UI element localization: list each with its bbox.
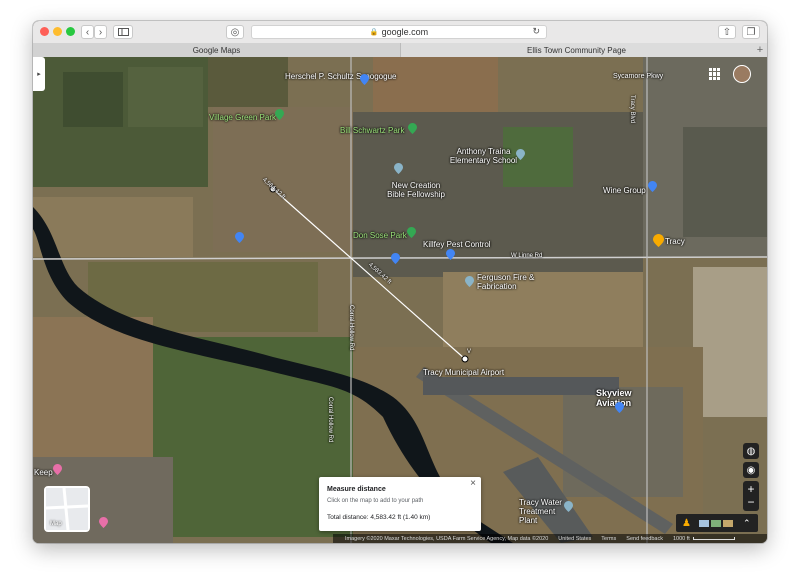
map-label-tracy-airport[interactable]: Tracy Municipal Airport (423, 368, 504, 377)
share-button[interactable]: ⇧ (718, 25, 736, 39)
place-pin-icon[interactable] (465, 276, 474, 287)
map-label-sycamore[interactable]: Sycamore Pkwy (613, 73, 663, 80)
forward-button[interactable]: › (94, 25, 107, 39)
tab-google-maps[interactable]: Google Maps (33, 43, 401, 57)
measure-title: Measure distance (327, 486, 386, 493)
collapse-side-panel-button[interactable]: ▸ (33, 57, 45, 91)
measure-hint: Click on the map to add to your path (327, 498, 424, 504)
new-tab-button[interactable]: + (753, 43, 767, 57)
scale-label: 1000 ft (672, 535, 690, 542)
road-label-corral-hollow: Corral Hollow Rd (348, 305, 354, 351)
avatar[interactable] (733, 65, 751, 83)
map-label-wine-group[interactable]: Wine Group (603, 186, 646, 195)
close-measure-button[interactable]: × (470, 478, 476, 489)
zoom-controls: + − (743, 481, 759, 511)
place-pin-icon[interactable] (235, 232, 244, 243)
sidebar-icon (117, 28, 129, 36)
tab-label: Ellis Town Community Page (526, 45, 626, 55)
shopping-pin-icon[interactable] (446, 249, 455, 260)
map-label-ferguson[interactable]: Ferguson Fire & Fabrication (477, 273, 539, 291)
tab-bar: Google Maps Ellis Town Community Page + (33, 43, 767, 58)
chevron-right-icon: › (98, 26, 103, 38)
scale-bar (692, 537, 735, 540)
shopping-pin-icon[interactable] (391, 253, 400, 264)
place-pin-icon[interactable] (648, 181, 657, 192)
zoom-window-button[interactable] (66, 27, 75, 36)
map-label-bill-schwartz[interactable]: Bill Schwartz Park (340, 126, 404, 135)
my-location-button[interactable]: ◉ (743, 462, 759, 478)
privacy-report-button[interactable]: ◎ (226, 25, 244, 39)
road-label-tracy-blvd: Tracy Blvd (629, 95, 635, 124)
country-link[interactable]: United States (558, 536, 591, 542)
address-bar[interactable]: 🔒 google.com ↻ (251, 25, 547, 39)
expand-icon[interactable]: ⌃ (743, 518, 751, 529)
tabs-overview-button[interactable]: ❐ (742, 25, 760, 39)
measure-total: Total distance: 4,583.42 ft (1.40 km) (327, 514, 431, 521)
globe-view-button[interactable]: ◍ (743, 443, 759, 459)
browser-toolbar: ‹ › ◎ 🔒 google.com ↻ ⇧ ❐ (33, 21, 767, 44)
airport-pin-icon[interactable] (615, 402, 624, 413)
zoom-out-button[interactable]: − (747, 496, 754, 509)
map-footer: Imagery ©2020 Maxar Technologies, USDA F… (333, 534, 767, 543)
url-text: google.com (381, 27, 429, 37)
measure-distance-card: Measure distance × Click on the map to a… (319, 477, 481, 531)
layer-thumb-icon[interactable] (722, 519, 733, 527)
park-pin-icon[interactable] (407, 227, 416, 238)
map-toolbar: ♟ ⌃ (676, 514, 758, 532)
map-label-village-green[interactable]: Village Green Park (209, 113, 276, 122)
map-label-don-sose[interactable]: Don Sose Park (353, 231, 407, 240)
map-label-tracy[interactable]: Tracy (665, 237, 685, 246)
sidebar-button[interactable] (113, 25, 133, 39)
map-label-new-creation[interactable]: New Creation Bible Fellowship (385, 181, 447, 199)
lock-icon: 🔒 (369, 29, 379, 36)
pegman-icon[interactable]: ♟ (682, 518, 691, 529)
map-view[interactable]: ▸ Herschel P. Schultz Synogogue Sycamore… (33, 57, 767, 543)
share-icon: ⇧ (722, 26, 732, 38)
park-pin-icon[interactable] (275, 109, 284, 120)
road-label-corral-hollow-2: Corral Hollow Rd (327, 397, 333, 443)
school-pin-icon[interactable] (516, 149, 525, 160)
close-icon: × (470, 478, 476, 489)
map-label-synagogue[interactable]: Herschel P. Schultz Synogogue (285, 72, 396, 81)
terms-link[interactable]: Terms (601, 536, 616, 542)
feedback-link[interactable]: Send feedback (626, 536, 663, 542)
church-pin-icon[interactable] (394, 163, 403, 174)
imagery-attribution: Imagery ©2020 Maxar Technologies, USDA F… (345, 535, 549, 542)
privacy-icon: ◎ (230, 26, 240, 38)
map-thumb-label: Map (50, 521, 62, 527)
measure-endpoint-label: V (467, 349, 472, 355)
globe-icon: ◍ (746, 445, 756, 457)
park-pin-icon[interactable] (408, 123, 417, 134)
close-window-button[interactable] (40, 27, 49, 36)
map-label-tracy-water[interactable]: Tracy Water Treatment Plant (519, 498, 569, 525)
tab-ellis-town[interactable]: Ellis Town Community Page (400, 43, 753, 57)
map-label-w-linne[interactable]: W Linne Rd (511, 253, 542, 259)
location-icon: ◉ (746, 464, 756, 476)
map-type-toggle[interactable]: Map (44, 486, 90, 532)
map-label-keep[interactable]: Keep (34, 468, 53, 477)
tab-label: Google Maps (192, 45, 241, 55)
map-label-anthony-traina[interactable]: Anthony Traina Elementary School (446, 147, 521, 165)
place-pin-icon[interactable] (99, 517, 108, 528)
layer-thumb-icon[interactable] (710, 519, 721, 527)
browser-window: ‹ › ◎ 🔒 google.com ↻ ⇧ ❐ Google Maps Ell… (33, 21, 767, 543)
reload-icon[interactable]: ↻ (532, 26, 540, 37)
place-pin-icon[interactable] (360, 74, 369, 85)
city-pin-icon[interactable] (653, 234, 664, 247)
back-button[interactable]: ‹ (81, 25, 94, 39)
place-pin-icon[interactable] (53, 464, 62, 475)
tabs-icon: ❐ (746, 26, 756, 38)
chevron-left-icon: ‹ (85, 26, 90, 38)
map-label-killfey[interactable]: Killfey Pest Control (423, 240, 491, 249)
apps-grid-icon[interactable] (709, 68, 721, 80)
minimize-window-button[interactable] (53, 27, 62, 36)
layer-thumb-icon[interactable] (698, 519, 709, 527)
place-pin-icon[interactable] (564, 501, 573, 512)
